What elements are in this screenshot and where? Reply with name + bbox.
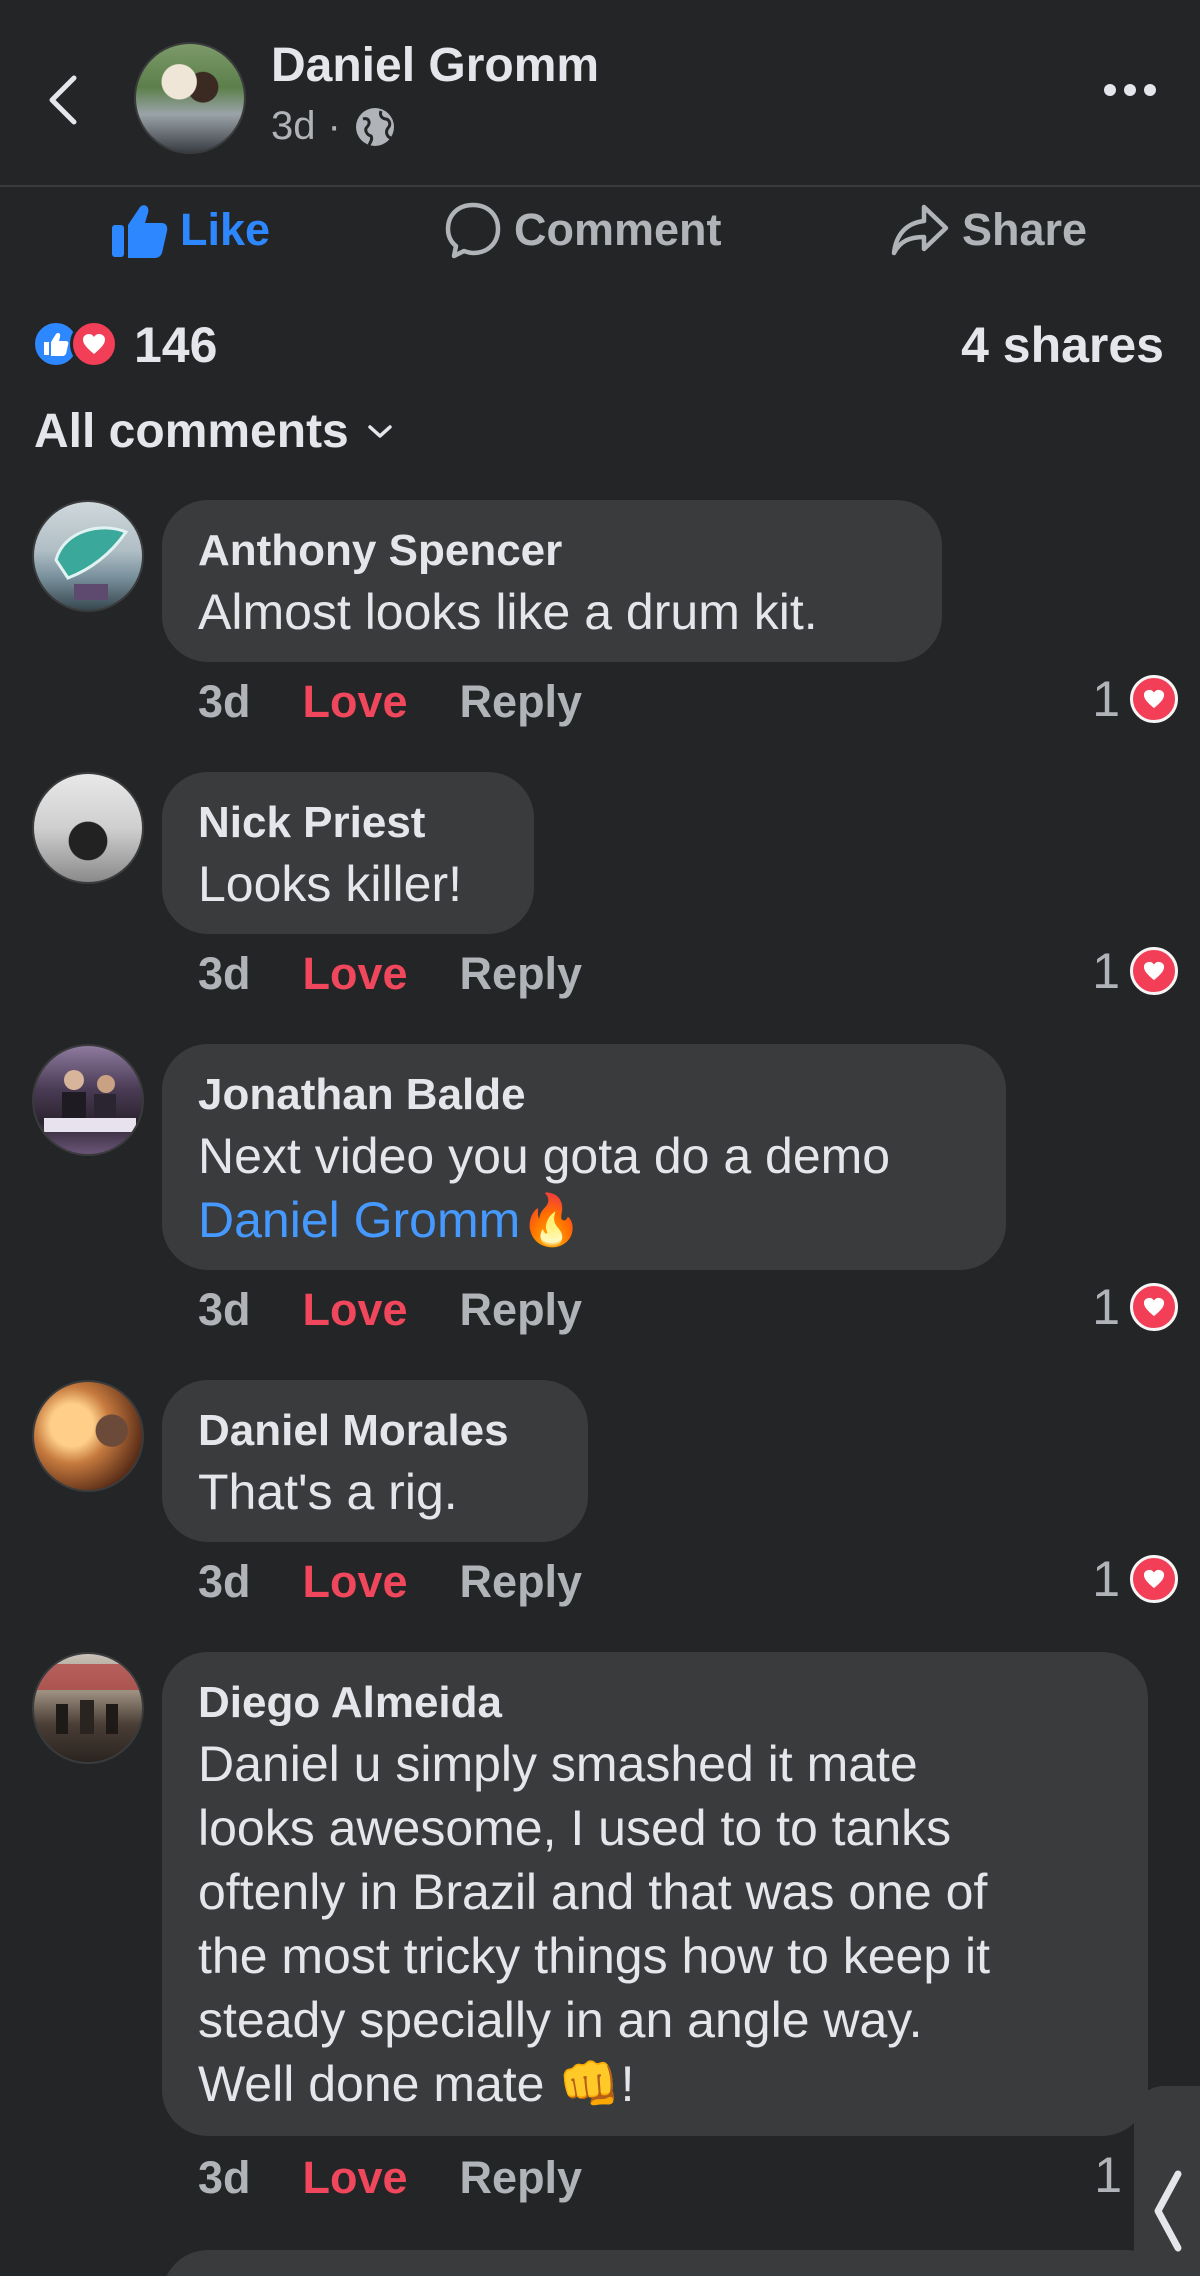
comment-text-line: looks awesome, I used to to tanks — [198, 1800, 952, 1856]
comment-actions: 3d Love Reply — [198, 676, 582, 728]
back-arrow-icon — [49, 75, 77, 125]
share-button[interactable]: Share — [890, 200, 1087, 260]
comment-text-line: the most tricky things how to keep it — [198, 1928, 991, 1984]
comment-reactions[interactable]: 1 — [1094, 2146, 1122, 2204]
comment-text-line: steady specially in an angle way. — [198, 1992, 923, 2048]
comment-text: Looks killer! — [198, 856, 462, 912]
shares-count[interactable]: 4 shares — [961, 316, 1164, 374]
post-time: 3d — [271, 104, 316, 148]
like-label: Like — [180, 204, 271, 255]
comment-bubble[interactable]: Anthony Spencer Almost looks like a drum… — [162, 500, 942, 662]
comment-bubble[interactable]: Nick Priest Looks killer! — [162, 772, 534, 934]
commenter-name[interactable]: Jonathan Balde — [198, 1066, 970, 1124]
comment-text-line: Daniel u simply smashed it mate — [198, 1736, 918, 1792]
comment-text: Almost looks like a drum kit. — [198, 584, 818, 640]
comments-screen: Daniel Gromm 3d · Like Comment Share 146… — [0, 0, 1200, 2276]
comment-time[interactable]: 3d — [198, 1556, 251, 1608]
love-reaction-icon — [1130, 1555, 1178, 1603]
reply-button[interactable]: Reply — [460, 1284, 583, 1336]
comment-actions: 3d Love Reply — [198, 1556, 582, 1608]
love-button[interactable]: Love — [303, 676, 408, 728]
comment-bubble[interactable]: Jonathan Balde Next video you gota do a … — [162, 1044, 1006, 1270]
commenter-name[interactable]: Anthony Spencer — [198, 522, 906, 580]
reply-button[interactable]: Reply — [460, 2152, 583, 2204]
comment-reactions[interactable]: 1 — [1092, 1550, 1178, 1608]
back-button[interactable] — [44, 70, 84, 130]
comment-label: Comment — [514, 204, 722, 255]
comment-text-line-2: Daniel Gromm🔥 — [198, 1188, 970, 1252]
reaction-count[interactable]: 146 — [134, 316, 217, 374]
commenter-name[interactable]: Nick Priest — [198, 794, 498, 852]
post-header: Daniel Gromm 3d · — [0, 0, 1200, 187]
commenter-avatar[interactable] — [32, 500, 144, 612]
comment-actions: 3d Love Reply — [198, 1284, 582, 1336]
love-reaction-icon — [1130, 675, 1178, 723]
side-drawer-handle[interactable] — [1134, 2086, 1200, 2276]
love-button[interactable]: Love — [303, 1284, 408, 1336]
fire-emoji: 🔥 — [520, 1192, 583, 1248]
mention-link[interactable]: Daniel Gromm — [198, 1192, 520, 1248]
love-button[interactable]: Love — [303, 1556, 408, 1608]
kite-image — [54, 526, 129, 600]
chevron-left-icon — [1154, 2170, 1182, 2252]
comment-bubble-icon — [445, 202, 501, 259]
post-action-bar: Like Comment Share — [0, 190, 1200, 270]
commenter-avatar[interactable] — [32, 1044, 144, 1156]
comment-bubble[interactable]: Diego Almeida Daniel u simply smashed it… — [162, 1652, 1148, 2136]
comments-filter-dropdown[interactable]: All comments — [34, 404, 393, 459]
comment-time[interactable]: 3d — [198, 2152, 251, 2204]
reply-button[interactable]: Reply — [460, 676, 583, 728]
comment-reactions[interactable]: 1 — [1092, 1278, 1178, 1336]
comment-text: Next video you gota do a demo — [198, 1128, 891, 1184]
author-avatar[interactable] — [134, 42, 246, 154]
group-photo — [44, 1070, 136, 1132]
comment-time[interactable]: 3d — [198, 1284, 251, 1336]
commenter-name[interactable]: Diego Almeida — [198, 1674, 1112, 1732]
meta-separator: · — [327, 104, 341, 148]
reply-button[interactable]: Reply — [460, 1556, 583, 1608]
more-options-icon — [1104, 84, 1116, 96]
thumbs-up-icon — [112, 205, 168, 258]
comment-bubble[interactable]: Daniel Morales That's a rig. — [162, 1380, 588, 1542]
like-button[interactable]: Like — [110, 200, 270, 260]
more-options-button[interactable] — [1104, 84, 1160, 106]
commenter-name[interactable]: Daniel Morales — [198, 1402, 552, 1460]
more-dot — [1144, 84, 1156, 96]
love-button[interactable]: Love — [303, 948, 408, 1000]
love-reaction-icon — [1130, 1283, 1178, 1331]
commenter-avatar[interactable] — [32, 772, 144, 884]
love-reaction-icon — [70, 320, 118, 368]
comment-reaction-count: 1 — [1092, 1551, 1120, 1607]
comment-reaction-count: 1 — [1092, 1279, 1120, 1335]
comment-time[interactable]: 3d — [198, 676, 251, 728]
commenter-avatar[interactable] — [32, 1380, 144, 1492]
comment-time[interactable]: 3d — [198, 948, 251, 1000]
love-button[interactable]: Love — [303, 2152, 408, 2204]
comment-actions: 3d Love Reply — [198, 948, 582, 1000]
comment-text-line: oftenly in Brazil and that was one of — [198, 1864, 988, 1920]
next-comment-bubble[interactable] — [162, 2250, 1172, 2276]
comment-text-line: Well done mate 👊! — [198, 2056, 635, 2112]
more-dot — [1124, 84, 1136, 96]
commenter-avatar[interactable] — [32, 1652, 144, 1764]
comments-filter-label: All comments — [34, 405, 349, 458]
comment-reactions[interactable]: 1 — [1092, 670, 1178, 728]
post-stats: 146 4 shares — [0, 312, 1200, 376]
reactions-summary[interactable] — [32, 320, 124, 368]
chevron-down-icon — [368, 424, 392, 438]
comment-reaction-count: 1 — [1092, 943, 1120, 999]
comment-reaction-count: 1 — [1094, 2147, 1122, 2203]
comment-text: That's a rig. — [198, 1464, 458, 1520]
comment-actions: 3d Love Reply — [198, 2152, 582, 2204]
comment-reaction-count: 1 — [1092, 671, 1120, 727]
group-photo — [34, 1664, 142, 1734]
author-name[interactable]: Daniel Gromm — [271, 38, 599, 93]
love-reaction-icon — [1130, 947, 1178, 995]
globe-icon — [355, 107, 394, 146]
post-meta: 3d · — [271, 104, 397, 149]
share-label: Share — [962, 204, 1088, 255]
comment-reactions[interactable]: 1 — [1092, 942, 1178, 1000]
reply-button[interactable]: Reply — [460, 948, 583, 1000]
share-arrow-icon — [891, 204, 949, 256]
